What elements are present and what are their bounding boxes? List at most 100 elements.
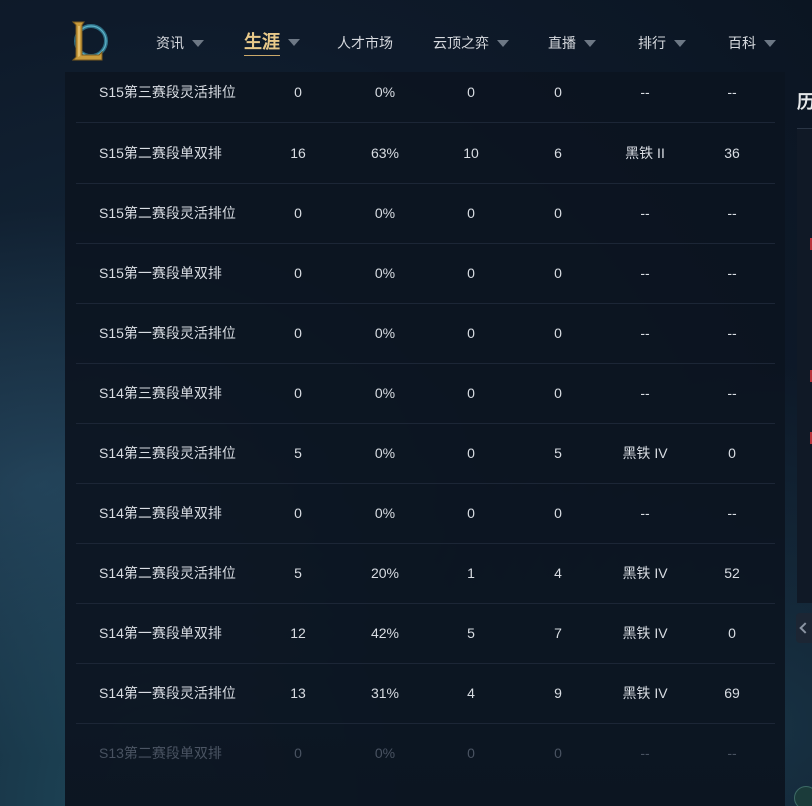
losses-count: 5 — [554, 445, 562, 461]
losses-count: 0 — [554, 385, 562, 401]
season-name: S15第一赛段单双排 — [99, 265, 222, 281]
nav-item-wiki[interactable]: 百科 — [728, 28, 776, 58]
nav-item-label: 人才市场 — [337, 35, 393, 51]
nav-item-label: 生涯 — [244, 28, 280, 56]
wins-count: 0 — [467, 445, 475, 461]
rank-tier: 黑铁 II — [625, 145, 665, 161]
nav-item-career[interactable]: 生涯 — [244, 27, 300, 57]
table-row[interactable]: S14第一赛段单双排 12 42% 5 7 黑铁 IV 0 — [76, 603, 775, 664]
wins-count: 1 — [467, 565, 475, 581]
games-count: 0 — [294, 325, 302, 341]
losses-count: 0 — [554, 745, 562, 761]
losses-count: 0 — [554, 205, 562, 221]
season-name: S14第三赛段单双排 — [99, 385, 222, 401]
losses-count: 7 — [554, 625, 562, 641]
season-name: S14第二赛段单双排 — [99, 505, 222, 521]
losses-count: 0 — [554, 84, 562, 100]
rank-tier: 黑铁 IV — [622, 685, 668, 701]
table-row[interactable]: S13第二赛段单双排 0 0% 0 0 -- -- — [76, 723, 775, 783]
table-row[interactable]: S15第一赛段灵活排位 0 0% 0 0 -- -- — [76, 303, 775, 364]
win-rate: 63% — [370, 145, 400, 161]
table-row[interactable]: S14第三赛段灵活排位 5 0% 0 5 黑铁 IV 0 — [76, 423, 775, 484]
wins-count: 0 — [467, 745, 475, 761]
chevron-down-icon — [584, 40, 596, 47]
win-rate: 31% — [370, 685, 400, 701]
table-row[interactable]: S15第三赛段灵活排位 0 0% 0 0 -- -- — [76, 72, 775, 123]
season-name: S15第二赛段单双排 — [99, 145, 222, 161]
rank-tier: 黑铁 IV — [622, 445, 668, 461]
chevron-left-icon — [799, 622, 811, 634]
nav-item-label: 排行 — [638, 35, 666, 51]
league-points: -- — [727, 325, 737, 341]
side-panel-prev-button[interactable] — [796, 613, 812, 643]
nav-item-talent-market[interactable]: 人才市场 — [337, 28, 393, 58]
league-points: -- — [727, 745, 737, 761]
league-points: -- — [727, 385, 737, 401]
nav-item-news[interactable]: 资讯 — [156, 28, 204, 58]
win-rate: 0% — [374, 445, 396, 461]
rank-tier: -- — [640, 505, 650, 521]
wins-count: 0 — [467, 84, 475, 100]
win-rate: 0% — [374, 385, 396, 401]
games-count: 13 — [290, 685, 306, 701]
season-name: S15第二赛段灵活排位 — [99, 205, 236, 221]
games-count: 5 — [294, 445, 302, 461]
chevron-down-icon — [764, 40, 776, 47]
league-points: -- — [727, 505, 737, 521]
league-of-legends-logo-icon[interactable] — [69, 19, 109, 63]
nav-item-ranking[interactable]: 排行 — [638, 28, 686, 58]
season-name: S14第一赛段灵活排位 — [99, 685, 236, 701]
losses-count: 0 — [554, 325, 562, 341]
league-points: 69 — [724, 685, 740, 701]
games-count: 0 — [294, 505, 302, 521]
rank-tier: -- — [640, 385, 650, 401]
wins-count: 0 — [467, 205, 475, 221]
nav-item-tft[interactable]: 云顶之弈 — [433, 28, 509, 58]
chevron-down-icon — [288, 39, 300, 46]
wins-count: 0 — [467, 325, 475, 341]
games-count: 0 — [294, 84, 302, 100]
rank-tier: 黑铁 IV — [622, 565, 668, 581]
chevron-down-icon — [192, 40, 204, 47]
win-rate: 0% — [374, 745, 396, 761]
floating-assistant-icon[interactable] — [794, 786, 812, 806]
table-row[interactable]: S15第一赛段单双排 0 0% 0 0 -- -- — [76, 243, 775, 304]
nav-item-label: 百科 — [728, 35, 756, 51]
league-points: 52 — [724, 565, 740, 581]
season-name: S15第一赛段灵活排位 — [99, 325, 236, 341]
wins-count: 5 — [467, 625, 475, 641]
wins-count: 10 — [463, 145, 479, 161]
losses-count: 0 — [554, 505, 562, 521]
win-rate: 20% — [370, 565, 400, 581]
ranked-history-table: S15第三赛段灵活排位 0 0% 0 0 -- -- S15第二赛段单双排 16… — [65, 72, 785, 806]
games-count: 0 — [294, 745, 302, 761]
win-rate: 0% — [374, 505, 396, 521]
losses-count: 4 — [554, 565, 562, 581]
table-row[interactable]: S14第二赛段灵活排位 5 20% 1 4 黑铁 IV 52 — [76, 543, 775, 604]
games-count: 0 — [294, 205, 302, 221]
table-row[interactable]: S14第一赛段灵活排位 13 31% 4 9 黑铁 IV 69 — [76, 663, 775, 724]
rank-tier: -- — [640, 205, 650, 221]
rank-tier: 黑铁 IV — [622, 625, 668, 641]
league-points: -- — [727, 265, 737, 281]
nav-item-live[interactable]: 直播 — [548, 28, 596, 58]
top-navigation-bar: 资讯 生涯 人才市场 云顶之弈 直播 排行 百科 — [0, 0, 812, 72]
games-count: 16 — [290, 145, 306, 161]
games-count: 0 — [294, 265, 302, 281]
table-row[interactable]: S15第二赛段单双排 16 63% 10 6 黑铁 II 36 — [76, 123, 775, 184]
season-name: S13第二赛段单双排 — [99, 745, 222, 761]
win-rate: 42% — [370, 625, 400, 641]
league-points: -- — [727, 84, 737, 100]
league-points: 0 — [728, 625, 736, 641]
table-row[interactable]: S14第三赛段单双排 0 0% 0 0 -- -- — [76, 363, 775, 424]
table-row[interactable]: S14第二赛段单双排 0 0% 0 0 -- -- — [76, 483, 775, 544]
losses-count: 6 — [554, 145, 562, 161]
win-rate: 0% — [374, 205, 396, 221]
season-name: S14第二赛段灵活排位 — [99, 565, 236, 581]
season-name: S15第三赛段灵活排位 — [99, 84, 236, 100]
rank-tier: -- — [640, 325, 650, 341]
losses-count: 0 — [554, 265, 562, 281]
table-row[interactable]: S15第二赛段灵活排位 0 0% 0 0 -- -- — [76, 183, 775, 244]
win-rate: 0% — [374, 325, 396, 341]
games-count: 12 — [290, 625, 306, 641]
